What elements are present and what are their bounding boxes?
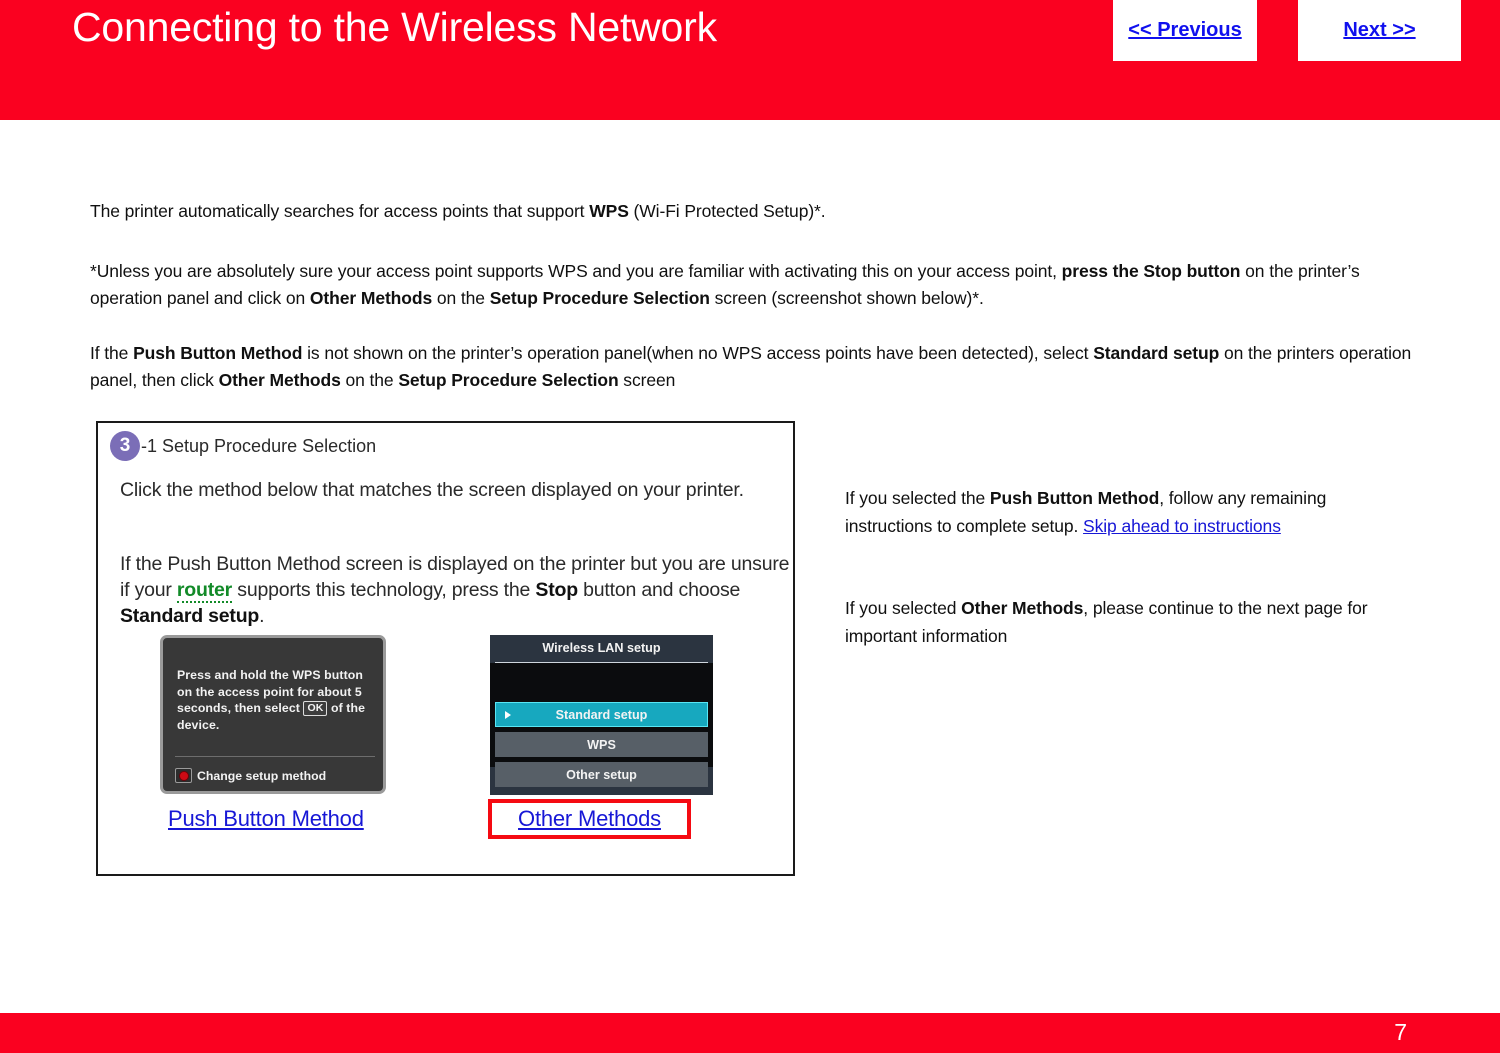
p3-seg2: is not shown on the printer’s operation …	[302, 343, 1094, 363]
p2-seg1: *Unless you are absolutely sure your acc…	[90, 261, 1062, 281]
next-link[interactable]: Next >>	[1343, 19, 1415, 42]
other-methods-highlight-box: Other Methods	[488, 799, 691, 839]
setup-procedure-screenshot: 3 -1 Setup Procedure Selection Click the…	[96, 421, 795, 876]
figure-heading-text: -1 Setup Procedure Selection	[141, 435, 377, 456]
p3-seg1: If the	[90, 343, 134, 363]
note-other-methods: If you selected Other Methods, please co…	[845, 594, 1415, 650]
stop-button-icon	[175, 768, 192, 783]
fig-pb-bold1: Stop	[535, 579, 578, 601]
p3-seg4: on the	[340, 370, 399, 390]
page-footer: 7	[0, 1013, 1500, 1053]
lcd-menu-item-label: Other setup	[566, 767, 637, 782]
skip-ahead-to-instructions-link[interactable]: Skip ahead to instructions	[1083, 516, 1281, 536]
figure-heading: 3 -1 Setup Procedure Selection	[110, 431, 376, 461]
p2-bold3: Setup Procedure Selection	[489, 288, 710, 308]
p3-bold2: Standard setup	[1093, 343, 1220, 363]
lcd-menu-item-other-setup[interactable]: Other setup	[495, 762, 708, 787]
fig-pb-bold2: Standard setup	[120, 605, 260, 627]
note2-bold1: Other Methods	[961, 598, 1084, 618]
slide-page: Connecting to the Wireless Network << Pr…	[0, 0, 1500, 1053]
fig-pb-seg3: button and choose	[577, 579, 741, 601]
p2-bold1: press the Stop button	[1061, 261, 1241, 281]
p3-bold1: Push Button Method	[133, 343, 303, 363]
fig-pb-seg2: supports this technology, press the	[232, 579, 536, 601]
previous-link[interactable]: << Previous	[1128, 19, 1241, 42]
page-title: Connecting to the Wireless Network	[72, 4, 717, 50]
lcd-change-setup-method: Change setup method	[175, 768, 326, 783]
page-header: Connecting to the Wireless Network << Pr…	[0, 0, 1500, 120]
selection-caret-icon	[505, 710, 511, 719]
lcd-change-setup-label: Change setup method	[197, 768, 327, 783]
fig-pb-seg4: .	[259, 605, 265, 627]
next-button[interactable]: Next >>	[1298, 0, 1461, 61]
p3-bold3: Other Methods	[218, 370, 341, 390]
p3-seg5: screen	[618, 370, 676, 390]
note-push-button-method: If you selected the Push Button Method, …	[845, 484, 1415, 540]
other-methods-link[interactable]: Other Methods	[518, 806, 661, 832]
lcd-menu-item-wps[interactable]: WPS	[495, 732, 708, 757]
p1-seg2: (Wi-Fi Protected Setup)*.	[628, 201, 826, 221]
lcd-menu-item-standard-setup[interactable]: Standard setup	[495, 702, 708, 727]
note1-bold1: Push Button Method	[989, 488, 1160, 508]
intro-paragraph: The printer automatically searches for a…	[90, 198, 1420, 225]
note1-seg1: If you selected the	[845, 488, 990, 508]
push-button-paragraph: If the Push Button Method is not shown o…	[90, 340, 1420, 394]
note2-seg1: If you selected	[845, 598, 962, 618]
lcd-menu-item-label: Standard setup	[555, 707, 648, 722]
wps-warning-paragraph: *Unless you are absolutely sure your acc…	[90, 258, 1420, 312]
page-number: 7	[1394, 1019, 1407, 1045]
p2-seg3: on the	[432, 288, 490, 308]
lcd-menu-item-label: WPS	[587, 737, 616, 752]
figure-instruction-1: Click the method below that matches the …	[120, 479, 744, 501]
push-button-method-link[interactable]: Push Button Method	[168, 806, 364, 832]
p2-bold2: Other Methods	[309, 288, 433, 308]
lcd-wps-message: Press and hold the WPS button on the acc…	[177, 667, 377, 733]
previous-button[interactable]: << Previous	[1113, 0, 1257, 61]
printer-lcd-wireless-lan-panel: Wireless LAN setup Standard setup WPS Ot…	[490, 635, 713, 795]
step-badge-3: 3	[110, 431, 140, 461]
ok-key-glyph: OK	[303, 701, 328, 716]
p3-bold4: Setup Procedure Selection	[398, 370, 619, 390]
lcd-wireless-lan-title: Wireless LAN setup	[542, 641, 661, 655]
lcd-divider	[175, 756, 375, 757]
p2-seg4: screen (screenshot shown below)*.	[709, 288, 984, 308]
figure-instruction-2: If the Push Button Method screen is disp…	[120, 551, 790, 629]
p1-bold1: WPS	[589, 201, 629, 221]
router-glossary-link[interactable]: router	[176, 579, 232, 603]
p1-seg1: The printer automatically searches for a…	[90, 201, 590, 221]
printer-lcd-wps-panel: Press and hold the WPS button on the acc…	[160, 635, 386, 794]
